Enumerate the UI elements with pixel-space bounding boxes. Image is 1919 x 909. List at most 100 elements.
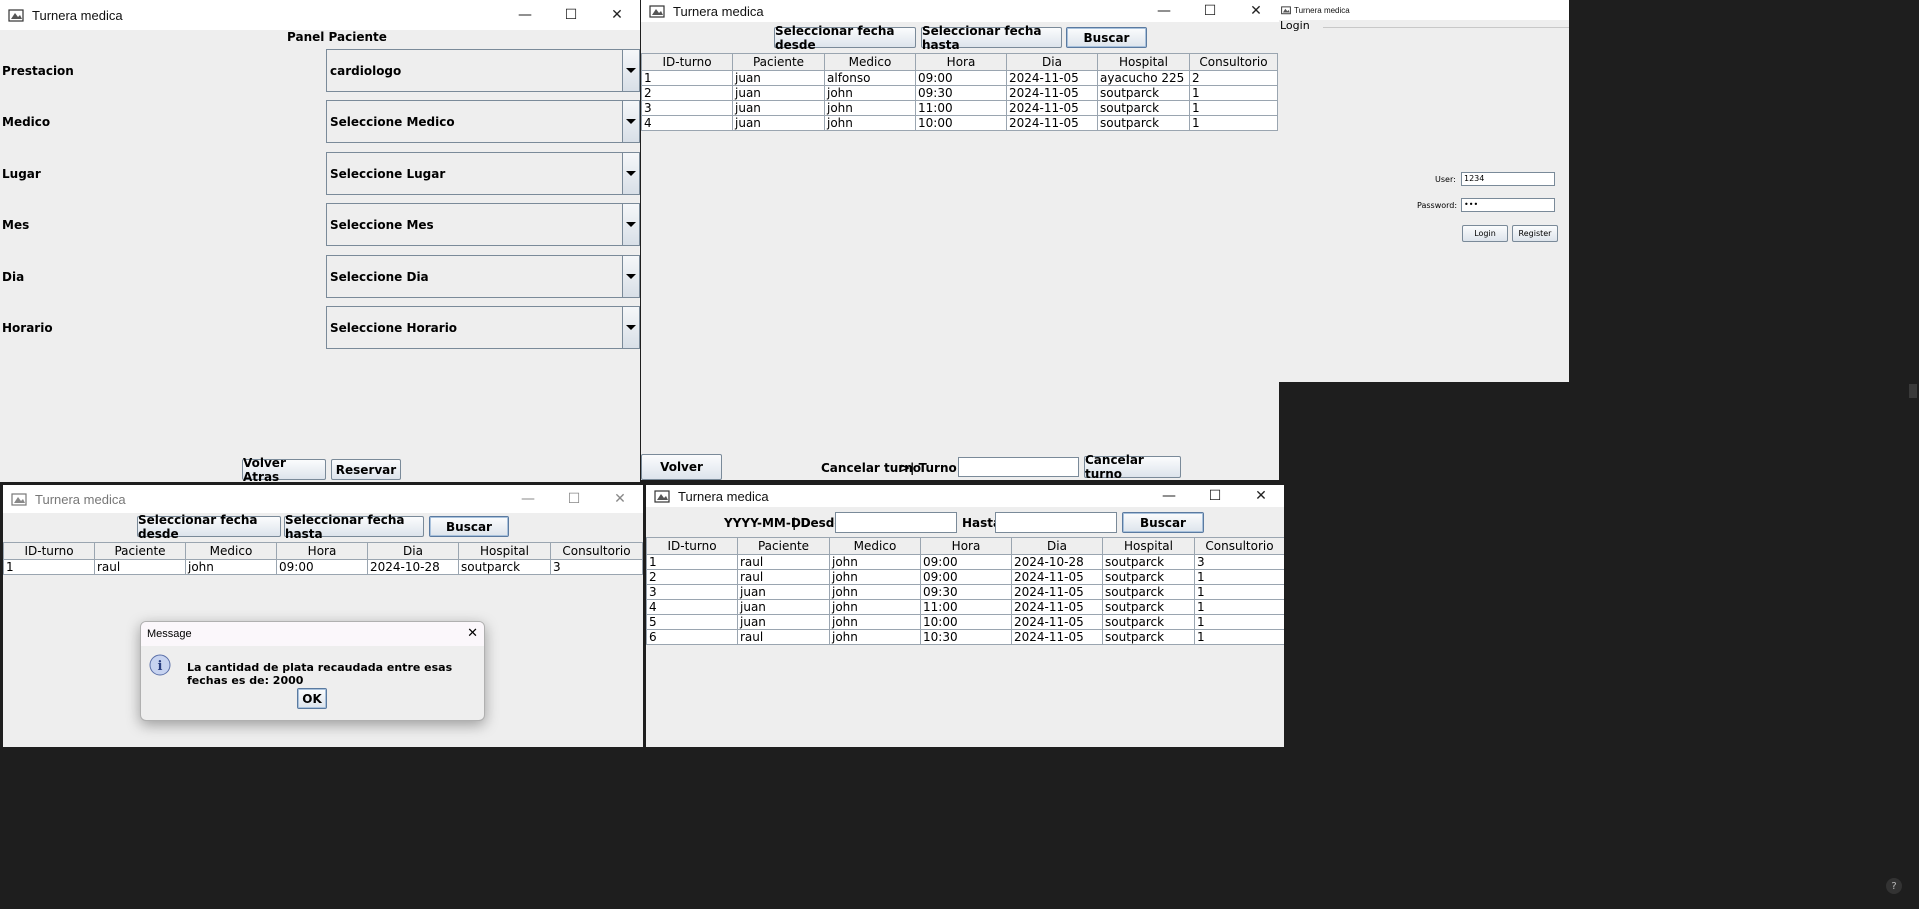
table-row[interactable]: 4 juan john 10:00 2024-11-05 soutparck 1 [641,115,1278,131]
table-cell[interactable]: 10:30 [920,629,1012,645]
table-cell[interactable]: 1 [646,554,738,570]
table-cell[interactable]: raul [737,554,830,570]
table-cell[interactable]: juan [737,584,830,600]
column-header[interactable]: Hospital [458,542,551,560]
mes-select[interactable]: Seleccione Mes [326,203,640,246]
title-bar[interactable]: Turnera medica — ☐ ✕ [3,485,643,513]
table-cell[interactable]: juan [737,614,830,630]
column-header[interactable]: ID-turno [641,53,733,71]
close-icon[interactable]: ✕ [594,0,640,30]
table-cell[interactable]: 09:00 [915,70,1007,86]
table-cell[interactable]: 2024-11-05 [1006,85,1098,101]
minimize-icon[interactable]: — [1141,0,1187,22]
table-row[interactable]: 5 juan john 10:00 2024-11-05 soutparck 1 [646,614,1284,630]
title-bar[interactable]: Turnera medica — ☐ ✕ [646,485,1284,507]
close-icon[interactable]: ✕ [1233,0,1279,22]
table-cell[interactable]: 5 [646,614,738,630]
column-header[interactable]: ID-turno [3,542,95,560]
table-cell[interactable]: 3 [550,559,643,575]
column-header[interactable]: Paciente [94,542,186,560]
table-cell[interactable]: 2024-10-28 [367,559,459,575]
table-cell[interactable]: 2024-11-05 [1006,100,1098,116]
table-cell[interactable]: john [829,584,921,600]
password-input[interactable]: ••• [1461,198,1555,212]
volver-atras-button[interactable]: Volver Atras [242,456,326,482]
chevron-down-icon[interactable] [622,101,639,142]
help-icon[interactable]: ? [1886,878,1902,894]
table-cell[interactable]: 2024-11-05 [1011,569,1103,585]
table-cell[interactable]: juan [732,115,825,131]
column-header[interactable]: Dia [1011,537,1103,555]
column-header[interactable]: Consultorio [1194,537,1284,555]
lugar-select[interactable]: Seleccione Lugar [326,152,640,195]
column-header[interactable]: Hora [915,53,1007,71]
buscar-button[interactable]: Buscar [1066,27,1147,48]
table-cell[interactable]: soutparck [1102,584,1195,600]
table-row[interactable]: 4 juan john 11:00 2024-11-05 soutparck 1 [646,599,1284,615]
table-cell[interactable]: juan [732,100,825,116]
table-row[interactable]: 3 juan john 09:30 2024-11-05 soutparck 1 [646,584,1284,600]
table-cell[interactable]: 2024-10-28 [1011,554,1103,570]
table-row[interactable]: 1 juan alfonso 09:00 2024-11-05 ayacucho 225 2 [641,70,1278,86]
table-cell[interactable]: 4 [646,599,738,615]
column-header[interactable]: Dia [1006,53,1098,71]
cancelar-turno-button[interactable]: Cancelar turno [1084,453,1181,480]
table-cell[interactable]: 09:00 [920,554,1012,570]
seleccionar-fecha-desde-button[interactable]: Seleccionar fecha desde [137,513,281,541]
buscar-button[interactable]: Buscar [429,516,509,537]
turno-id-input[interactable] [958,457,1079,477]
horario-select[interactable]: Seleccione Horario [326,306,640,349]
table-cell[interactable]: 3 [646,584,738,600]
table-cell[interactable]: soutparck [1102,554,1195,570]
table-cell[interactable]: 1 [1189,115,1278,131]
table-cell[interactable]: soutparck [1102,569,1195,585]
table-row[interactable]: 2 juan john 09:30 2024-11-05 soutparck 1 [641,85,1278,101]
table-cell[interactable]: 2024-11-05 [1006,115,1098,131]
table-cell[interactable]: soutparck [1102,599,1195,615]
chevron-down-icon[interactable] [622,50,639,91]
table-cell[interactable]: alfonso [824,70,916,86]
table-cell[interactable]: 1 [1194,629,1284,645]
table-cell[interactable]: 3 [1194,554,1284,570]
table-row[interactable]: 3 juan john 11:00 2024-11-05 soutparck 1 [641,100,1278,116]
table-cell[interactable]: 09:00 [276,559,368,575]
column-header[interactable]: Paciente [737,537,830,555]
table-cell[interactable]: john [829,599,921,615]
table-cell[interactable]: 1 [1194,614,1284,630]
column-header[interactable]: Hospital [1097,53,1190,71]
column-header[interactable]: Hora [920,537,1012,555]
table-cell[interactable]: 09:00 [920,569,1012,585]
maximize-icon[interactable]: ☐ [1187,0,1233,22]
table-cell[interactable]: 10:00 [915,115,1007,131]
maximize-icon[interactable]: ☐ [548,0,594,30]
table-cell[interactable]: john [829,569,921,585]
seleccionar-fecha-hasta-button[interactable]: Seleccionar fecha hasta [284,513,424,541]
table-cell[interactable]: john [185,559,277,575]
table-cell[interactable]: 1 [1189,85,1278,101]
table-cell[interactable]: 2024-11-05 [1011,629,1103,645]
table-cell[interactable]: 1 [1194,569,1284,585]
table-cell[interactable]: soutparck [1097,85,1190,101]
table-cell[interactable]: 11:00 [915,100,1007,116]
hasta-input[interactable] [995,512,1117,533]
dia-select[interactable]: Seleccione Dia [326,255,640,298]
maximize-icon[interactable]: ☐ [551,485,597,513]
table-cell[interactable]: 3 [641,100,733,116]
maximize-icon[interactable]: ☐ [1192,485,1238,507]
table-row[interactable]: 6 raul john 10:30 2024-11-05 soutparck 1 [646,629,1284,645]
medico-select[interactable]: Seleccione Medico [326,100,640,143]
table-cell[interactable]: 1 [1194,599,1284,615]
table-cell[interactable]: 2 [646,569,738,585]
table-cell[interactable]: john [824,85,916,101]
table-cell[interactable]: raul [737,569,830,585]
table-cell[interactable]: 2 [1189,70,1278,86]
table-row[interactable]: 2 raul john 09:00 2024-11-05 soutparck 1 [646,569,1284,585]
table-cell[interactable]: soutparck [1102,629,1195,645]
table-cell[interactable]: soutparck [458,559,551,575]
table-cell[interactable]: soutparck [1102,614,1195,630]
close-icon[interactable]: ✕ [597,485,643,513]
column-header[interactable]: ID-turno [646,537,738,555]
column-header[interactable]: Consultorio [1189,53,1278,71]
table-cell[interactable]: 1 [3,559,95,575]
column-header[interactable]: Medico [824,53,916,71]
